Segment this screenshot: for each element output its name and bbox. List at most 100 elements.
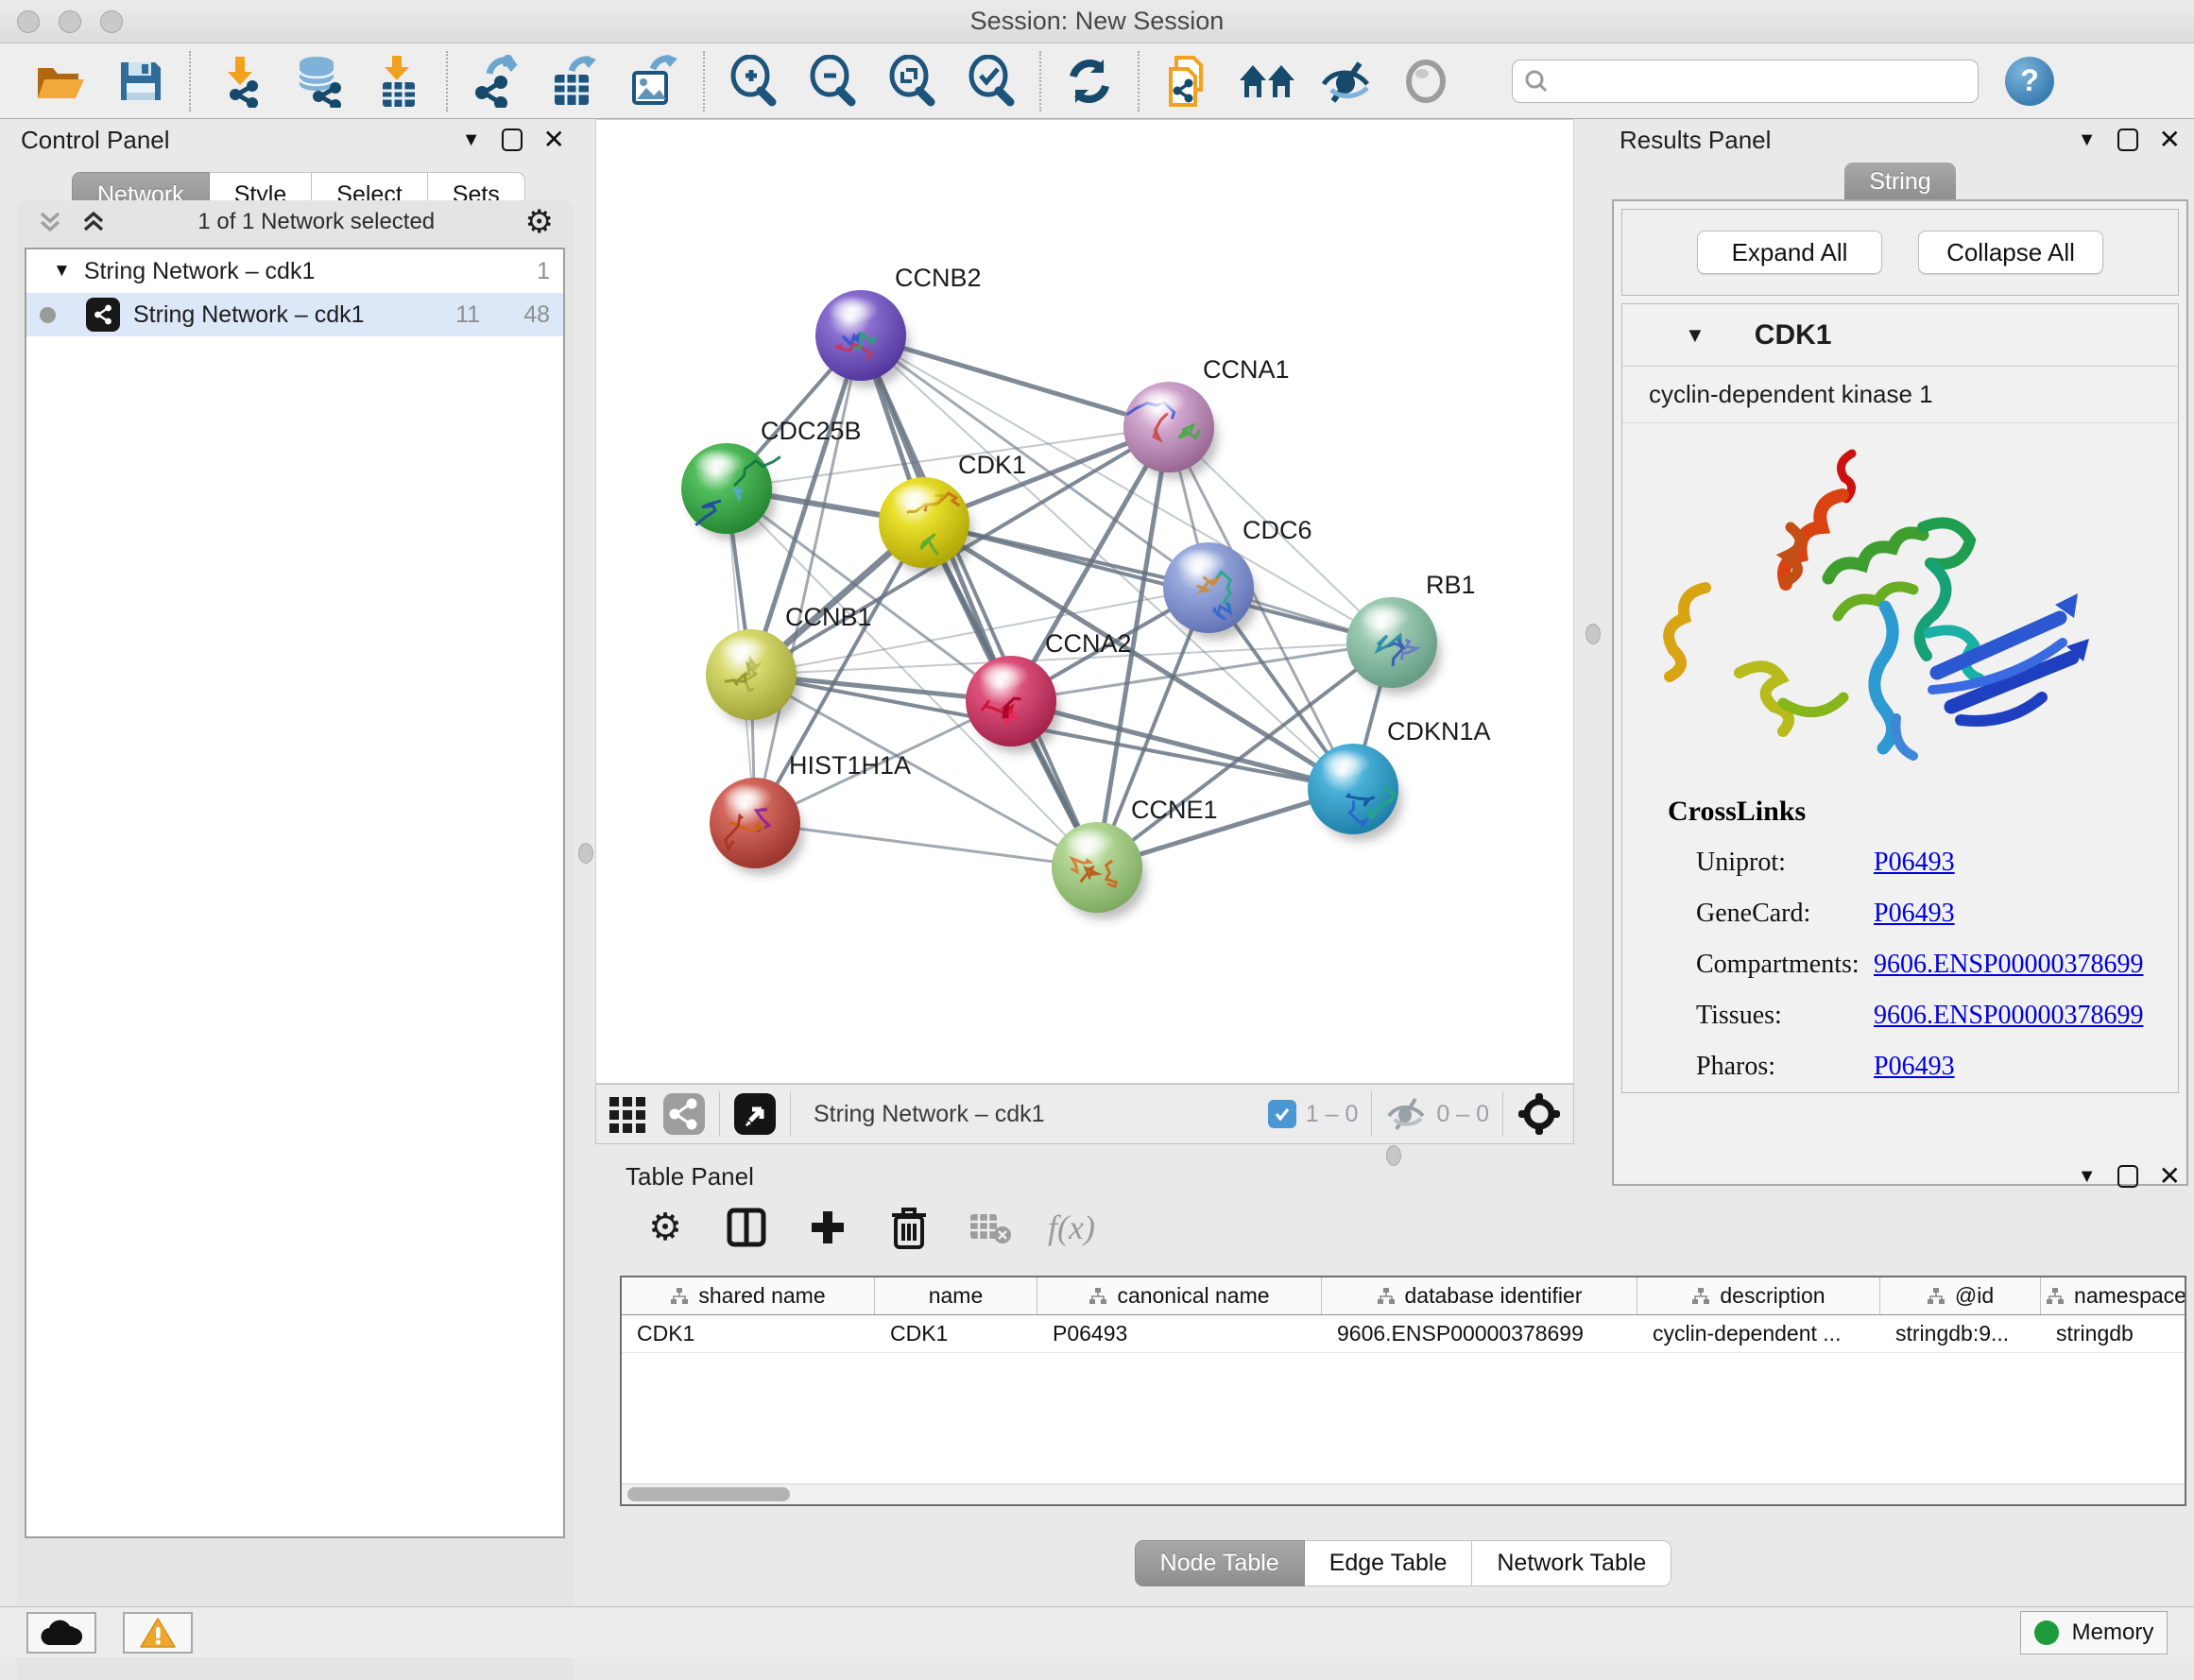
hide-selected-button[interactable]	[1311, 51, 1381, 111]
panel-menu-icon[interactable]: ▼	[2078, 1166, 2097, 1188]
import-network-button[interactable]	[204, 51, 274, 111]
panel-close-icon[interactable]: ✕	[2159, 127, 2181, 153]
memory-button[interactable]: Memory	[2020, 1611, 2168, 1654]
node-table[interactable]: shared namenamecanonical namedatabase id…	[620, 1276, 2186, 1506]
search-input[interactable]	[1556, 68, 1966, 94]
column-header-@id[interactable]: @id	[1880, 1277, 2041, 1314]
horizontal-scrollbar[interactable]	[622, 1483, 2185, 1504]
network-row-selected[interactable]: String Network – cdk1 11 48	[26, 293, 563, 336]
tab-string[interactable]: String	[1844, 163, 1956, 200]
crosslink-link[interactable]: P06493	[1874, 1052, 1955, 1082]
table-cell[interactable]: stringdb	[2041, 1315, 2186, 1352]
collapse-protein-icon[interactable]: ▼	[1685, 323, 1705, 348]
right-splitter-handle[interactable]	[1586, 624, 1601, 644]
selected-checkbox-icon[interactable]	[1268, 1100, 1296, 1128]
expand-all-chevron-icon[interactable]	[36, 208, 64, 236]
refresh-button[interactable]	[1054, 51, 1124, 111]
column-type-icon	[2046, 1287, 2065, 1306]
delete-column-trash-icon[interactable]	[884, 1203, 934, 1252]
import-network-from-database-button[interactable]	[283, 51, 353, 111]
save-session-button[interactable]	[106, 51, 176, 111]
crosslink-label: Tissues:	[1696, 1001, 1874, 1031]
panel-close-icon[interactable]: ✕	[543, 127, 565, 153]
cloud-status-button[interactable]	[26, 1612, 96, 1654]
edge-CCNA2-CDKN1A[interactable]	[1011, 701, 1353, 789]
table-cell[interactable]: CDK1	[622, 1315, 875, 1352]
table-cell[interactable]: CDK1	[875, 1315, 1037, 1352]
scrollbar-thumb[interactable]	[627, 1487, 790, 1501]
table-cell[interactable]: cyclin-dependent ...	[1637, 1315, 1880, 1352]
network-graph[interactable]: CCNB2CCNA1CDC25BCDK1CDC6RB1CCNB1CCNA2CDK…	[596, 120, 1573, 1083]
zoom-in-button[interactable]	[718, 51, 788, 111]
open-session-button[interactable]	[26, 51, 96, 111]
export-network-button[interactable]	[461, 51, 531, 111]
column-header-canonical-name[interactable]: canonical name	[1037, 1277, 1322, 1314]
warnings-button[interactable]	[123, 1612, 193, 1654]
edge-CCNB2-HIST1H1A[interactable]	[755, 335, 861, 823]
import-table-button[interactable]	[363, 51, 433, 111]
refresh-icon	[1064, 56, 1115, 107]
collection-expand-icon[interactable]: ▼	[53, 261, 71, 282]
zoom-out-button[interactable]	[797, 51, 867, 111]
column-header-shared-name[interactable]: shared name	[622, 1277, 875, 1314]
edge-CCNB2-CCNE1[interactable]	[861, 335, 1097, 867]
table-cell[interactable]: 9606.ENSP00000378699	[1322, 1315, 1637, 1352]
panel-float-icon[interactable]	[2117, 1165, 2138, 1188]
protein-card-header[interactable]: ▼ CDK1	[1622, 304, 2178, 367]
warning-triangle-icon	[139, 1617, 177, 1649]
column-header-description[interactable]: description	[1637, 1277, 1880, 1314]
help-button[interactable]: ?	[2005, 57, 2054, 106]
table-cell[interactable]: P06493	[1037, 1315, 1322, 1352]
network-edge-count: 48	[523, 301, 550, 329]
crosslink-link[interactable]: P06493	[1874, 899, 1955, 929]
fit-content-target-icon[interactable]	[1517, 1091, 1562, 1137]
tab-node-table[interactable]: Node Table	[1135, 1540, 1305, 1586]
node-gloss	[694, 449, 745, 477]
export-image-button[interactable]	[620, 51, 690, 111]
eye-slash-blue-icon	[1318, 58, 1375, 105]
network-current-bullet-icon	[40, 307, 56, 323]
string-view-icon[interactable]	[662, 1092, 706, 1136]
network-tab-panel: 1 of 1 Network selected ⚙ ▼ String Netwo…	[17, 200, 573, 1680]
tab-edge-table[interactable]: Edge Table	[1305, 1540, 1473, 1586]
network-options-gear-icon[interactable]: ⚙	[525, 206, 554, 238]
crosslink-link[interactable]: 9606.ENSP00000378699	[1874, 1001, 2143, 1031]
panel-float-icon[interactable]	[2117, 129, 2138, 151]
panel-menu-icon[interactable]: ▼	[462, 129, 481, 151]
create-column-plus-icon[interactable]	[803, 1203, 852, 1252]
show-hidden-button[interactable]	[1391, 51, 1461, 111]
expand-all-button[interactable]: Expand All	[1697, 231, 1882, 274]
crosslink-link[interactable]: 9606.ENSP00000378699	[1874, 950, 2143, 980]
collapse-all-chevron-icon[interactable]	[79, 208, 108, 236]
crosslink-row: Pharos:P06493	[1622, 1041, 2178, 1092]
grid-view-icon[interactable]	[608, 1093, 649, 1135]
column-header-name[interactable]: name	[875, 1277, 1037, 1314]
first-neighbors-button[interactable]	[1232, 51, 1302, 111]
network-canvas[interactable]: CCNB2CCNA1CDC25BCDK1CDC6RB1CCNB1CCNA2CDK…	[595, 119, 1574, 1084]
table-cell[interactable]: stringdb:9...	[1880, 1315, 2041, 1352]
export-table-button[interactable]	[540, 51, 610, 111]
edge-CDK1-RB1[interactable]	[924, 523, 1392, 643]
table-panel: Table Panel ▼ ✕ ⚙ f(x	[612, 1147, 2194, 1606]
panel-menu-icon[interactable]: ▼	[2078, 129, 2097, 151]
column-header-database-identifier[interactable]: database identifier	[1322, 1277, 1637, 1314]
network-collection-row[interactable]: ▼ String Network – cdk1 1	[26, 249, 563, 293]
crosslink-link[interactable]: P06493	[1874, 848, 1955, 878]
edge-HIST1H1A-CCNE1[interactable]	[755, 823, 1097, 867]
zoom-out-icon	[806, 55, 859, 108]
clone-network-button[interactable]	[1153, 51, 1223, 111]
panel-float-icon[interactable]	[502, 129, 523, 151]
zoom-fit-button[interactable]	[877, 51, 947, 111]
birdseye-view-icon[interactable]	[733, 1092, 777, 1136]
tab-network-table[interactable]: Network Table	[1472, 1540, 1671, 1586]
hidden-eye-icon[interactable]	[1385, 1097, 1427, 1131]
left-splitter-handle[interactable]	[578, 843, 593, 864]
column-header-namespace[interactable]: namespace	[2041, 1277, 2186, 1314]
table-row[interactable]: CDK1CDK1P064939606.ENSP00000378699cyclin…	[622, 1315, 2185, 1353]
table-options-gear-icon[interactable]: ⚙	[641, 1203, 690, 1252]
zoom-selected-button[interactable]	[956, 51, 1026, 111]
panel-close-icon[interactable]: ✕	[2159, 1163, 2181, 1190]
results-panel-title: Results Panel	[1620, 126, 1771, 155]
show-column-icon[interactable]	[722, 1203, 771, 1252]
collapse-all-button[interactable]: Collapse All	[1918, 231, 2103, 274]
